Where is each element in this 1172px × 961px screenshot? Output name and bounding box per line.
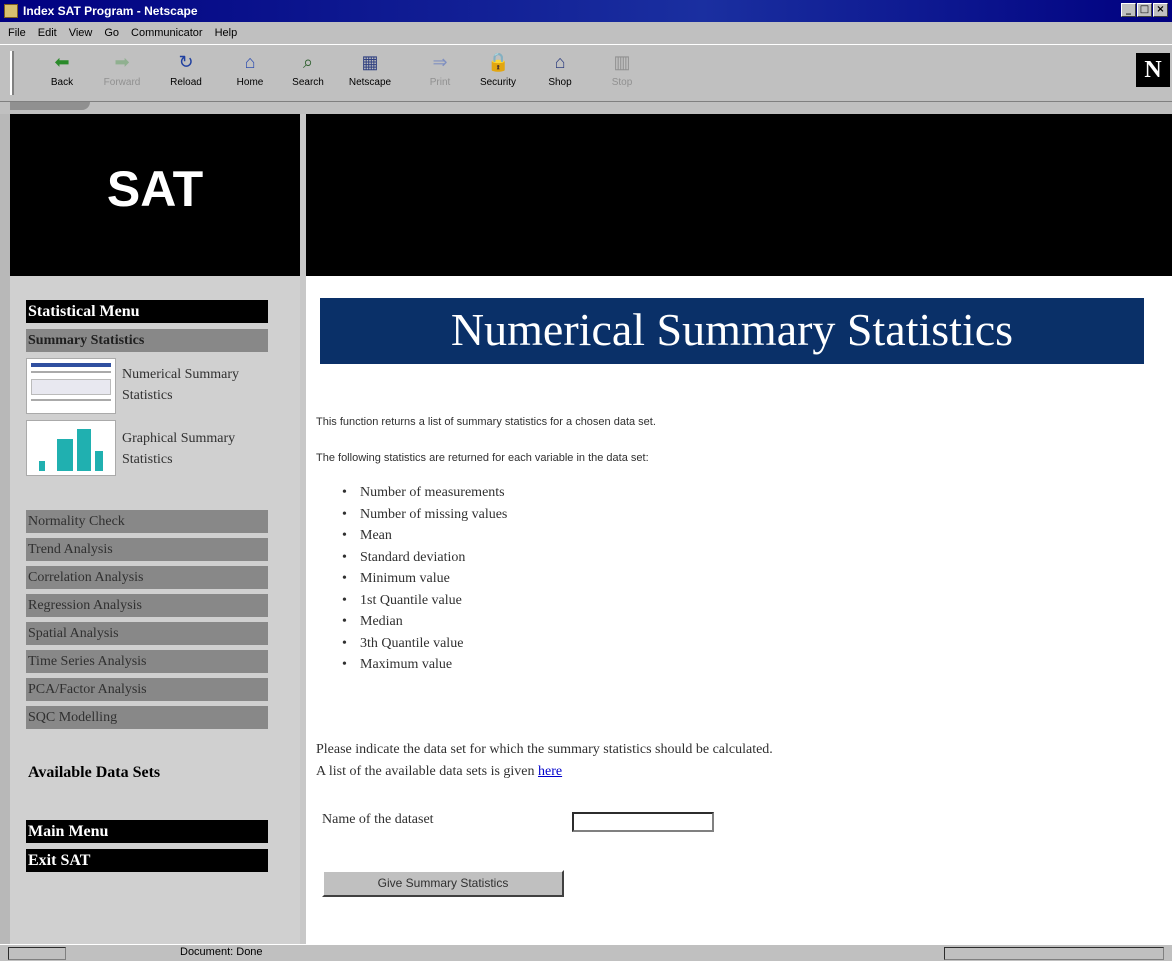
toolbar-separator: [0, 102, 1172, 114]
list-item: Number of missing values: [342, 504, 507, 526]
menu-spatial-analysis[interactable]: Spatial Analysis: [26, 622, 268, 645]
menu-time-series-analysis[interactable]: Time Series Analysis: [26, 650, 268, 673]
menu-pca-factor-analysis[interactable]: PCA/Factor Analysis: [26, 678, 268, 701]
numerical-summary-link[interactable]: Numerical Summary Statistics: [122, 364, 272, 406]
dataset-name-label: Name of the dataset: [322, 812, 434, 827]
navigation-toolbar: ⬅ Back ➡ Forward ↻ Reload ⌂ Home ⌕ Searc…: [0, 44, 1172, 102]
exit-sat-button[interactable]: Exit SAT: [26, 849, 268, 872]
list-item: Mean: [342, 525, 507, 547]
page-title: Numerical Summary Statistics: [320, 298, 1144, 364]
toolbar-grip[interactable]: [10, 51, 14, 95]
shop-button[interactable]: ⌂ Shop: [534, 51, 586, 97]
menu-edit[interactable]: Edit: [38, 27, 57, 39]
list-item: Minimum value: [342, 568, 507, 590]
list-item: Maximum value: [342, 654, 507, 676]
stop-button[interactable]: ▥ Stop: [596, 51, 648, 97]
graphical-summary-thumbnail[interactable]: [26, 420, 116, 476]
left-edge: [0, 114, 10, 944]
top-banner-frame: [306, 114, 1172, 276]
search-button[interactable]: ⌕ Search: [282, 51, 334, 97]
available-data-sets-link[interactable]: Available Data Sets: [28, 764, 160, 782]
netscape-logo[interactable]: N: [1136, 53, 1170, 87]
close-button[interactable]: ×: [1153, 3, 1168, 17]
forward-arrow-icon: ➡: [114, 52, 130, 72]
maximize-button[interactable]: □: [1137, 3, 1152, 17]
netscape-button[interactable]: ▦ Netscape: [344, 51, 396, 97]
home-icon: ⌂: [244, 52, 256, 72]
intro-text: This function returns a list of summary …: [316, 416, 656, 428]
netscape-icon: ▦: [361, 52, 379, 72]
search-icon: ⌕: [302, 52, 314, 72]
left-navigation-frame: SAT Statistical Menu Summary Statistics …: [10, 114, 300, 944]
netscape-app-icon: [4, 4, 18, 18]
security-lock-icon: 🔒: [487, 52, 510, 72]
toolbar-collapse-tab[interactable]: [10, 102, 90, 110]
menu-view[interactable]: View: [69, 27, 93, 39]
menu-help[interactable]: Help: [215, 27, 238, 39]
menu-normality-check[interactable]: Normality Check: [26, 510, 268, 533]
menu-sqc-modelling[interactable]: SQC Modelling: [26, 706, 268, 729]
here-link[interactable]: here: [538, 764, 562, 779]
graphical-summary-link[interactable]: Graphical Summary Statistics: [122, 428, 272, 470]
print-button[interactable]: ⇒ Print: [414, 51, 466, 97]
back-arrow-icon: ⬅: [54, 52, 70, 72]
list-item: Number of measurements: [342, 482, 507, 504]
main-content-frame: Numerical Summary Statistics This functi…: [306, 276, 1172, 944]
status-text: Document: Done: [180, 946, 263, 958]
menu-trend-analysis[interactable]: Trend Analysis: [26, 538, 268, 561]
statistical-menu-heading: Statistical Menu: [26, 300, 268, 323]
instruction-text-2: A list of the available data sets is giv…: [316, 764, 563, 779]
forward-button[interactable]: ➡ Forward: [96, 51, 148, 97]
status-component-icons: [944, 947, 1164, 960]
list-item: Median: [342, 611, 507, 633]
window-title: Index SAT Program - Netscape: [23, 4, 198, 18]
shop-bag-icon: ⌂: [554, 52, 566, 72]
menu-correlation-analysis[interactable]: Correlation Analysis: [26, 566, 268, 589]
list-item: 1st Quantile value: [342, 590, 507, 612]
minimize-button[interactable]: _: [1121, 3, 1136, 17]
summary-statistics-item[interactable]: Summary Statistics: [26, 329, 268, 352]
intro-text-2: The following statistics are returned fo…: [316, 452, 649, 464]
window-title-bar: Index SAT Program - Netscape _ □ ×: [0, 0, 1172, 22]
connection-status-icon: [8, 947, 66, 960]
reload-icon: ↻: [178, 52, 194, 72]
reload-button[interactable]: ↻ Reload: [160, 51, 212, 97]
numerical-summary-thumbnail[interactable]: [26, 358, 116, 414]
menu-communicator[interactable]: Communicator: [131, 27, 203, 39]
sat-logo: SAT: [10, 114, 300, 276]
security-button[interactable]: 🔒 Security: [472, 51, 524, 97]
instruction-text: Please indicate the data set for which t…: [316, 742, 773, 757]
main-menu-button[interactable]: Main Menu: [26, 820, 268, 843]
print-icon: ⇒: [432, 52, 448, 72]
stop-icon: ▥: [613, 52, 631, 72]
give-summary-statistics-button[interactable]: Give Summary Statistics: [322, 870, 564, 897]
dataset-name-input[interactable]: [572, 812, 714, 832]
back-button[interactable]: ⬅ Back: [36, 51, 88, 97]
menu-bar: File Edit View Go Communicator Help: [0, 22, 1172, 44]
menu-file[interactable]: File: [8, 27, 26, 39]
status-bar: Document: Done: [0, 944, 1172, 961]
menu-go[interactable]: Go: [104, 27, 119, 39]
list-item: 3th Quantile value: [342, 633, 507, 655]
statistics-list: Number of measurements Number of missing…: [342, 482, 507, 676]
home-button[interactable]: ⌂ Home: [224, 51, 276, 97]
menu-regression-analysis[interactable]: Regression Analysis: [26, 594, 268, 617]
list-item: Standard deviation: [342, 547, 507, 569]
